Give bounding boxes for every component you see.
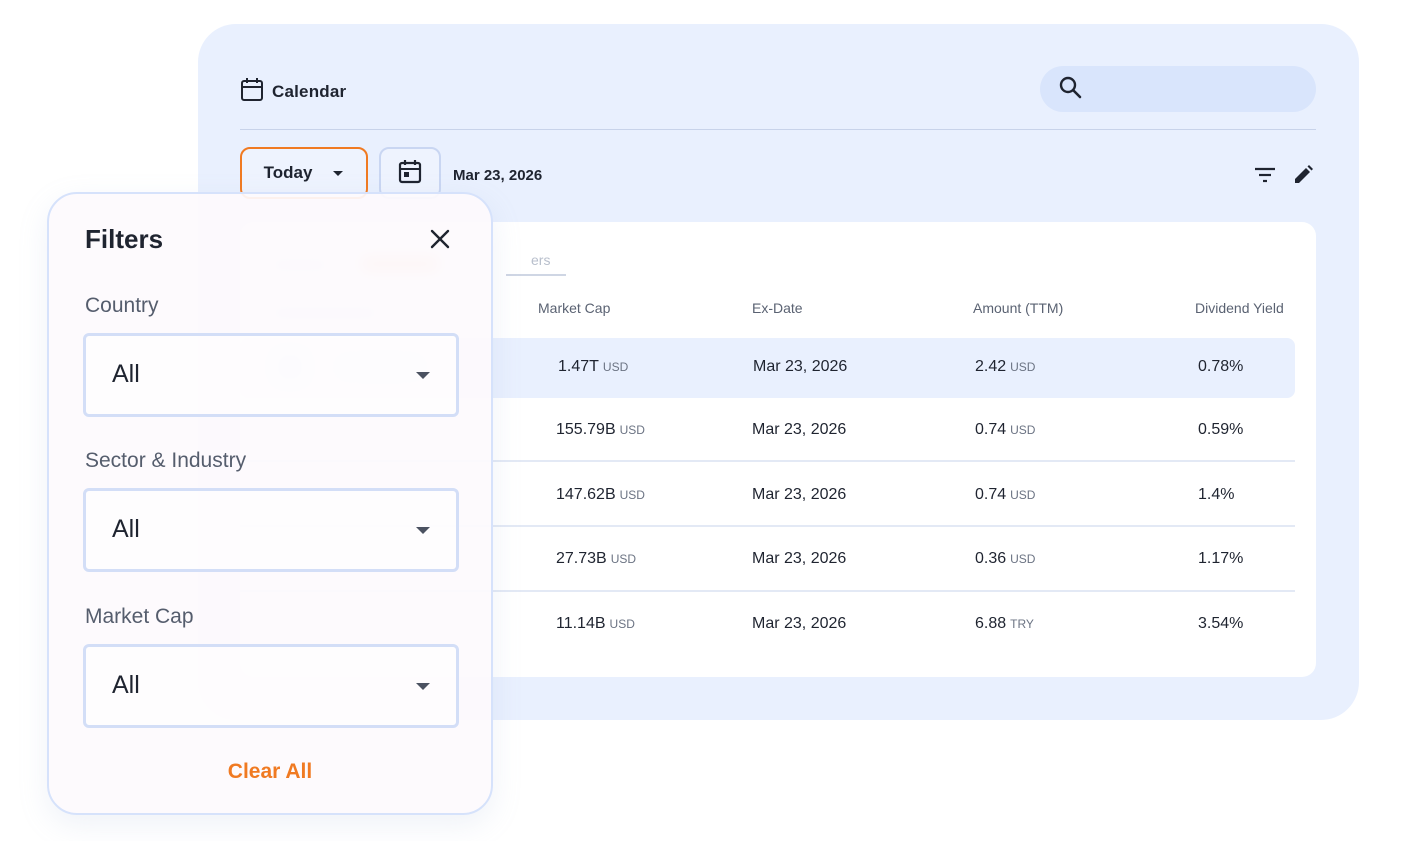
search-icon[interactable] (1058, 75, 1082, 104)
chevron-down-icon (416, 683, 430, 690)
close-icon[interactable] (429, 228, 451, 250)
cell-yield: 0.78% (1198, 358, 1244, 375)
sector-select[interactable]: All (83, 488, 459, 572)
calendar-title: Calendar (272, 81, 347, 101)
market-cap-select[interactable]: All (83, 644, 459, 728)
cell-yield: 1.4% (1198, 486, 1235, 503)
calendar-icon (240, 76, 264, 107)
country-label: Country (85, 294, 159, 317)
header-ex-date[interactable]: Ex-Date (752, 300, 803, 316)
filters-panel: Filters Country All Sector & Industry Al… (47, 192, 493, 815)
header-dividend-yield[interactable]: Dividend Yield (1195, 300, 1284, 316)
calendar-header: Calendar (240, 76, 346, 107)
header-divider (240, 129, 1316, 130)
sector-label: Sector & Industry (85, 449, 247, 472)
cell-market-cap: 27.73B USD (556, 550, 637, 567)
tab-underline (506, 274, 566, 276)
tab-partial-label[interactable]: ers (531, 252, 550, 268)
cell-ex-date: Mar 23, 2026 (752, 486, 847, 503)
chevron-down-icon (416, 372, 430, 379)
filters-title: Filters (85, 224, 164, 254)
search-bar[interactable] (1040, 66, 1316, 112)
cell-yield: 3.54% (1198, 615, 1244, 632)
market-cap-label: Market Cap (85, 605, 194, 628)
cell-ex-date: Mar 23, 2026 (752, 615, 847, 632)
search-input[interactable] (1094, 79, 1298, 99)
cell-amount: 2.42 USD (975, 358, 1036, 375)
period-label: Today (263, 163, 313, 182)
date-picker-icon (398, 158, 422, 189)
header-amount[interactable]: Amount (TTM) (973, 300, 1063, 316)
cell-amount: 0.74 USD (975, 421, 1036, 438)
cell-ex-date: Mar 23, 2026 (752, 421, 847, 438)
country-select[interactable]: All (83, 333, 459, 417)
chevron-down-icon (332, 163, 344, 183)
chevron-down-icon (416, 527, 430, 534)
country-value: All (112, 360, 140, 388)
cell-amount: 0.36 USD (975, 550, 1036, 567)
cell-ex-date: Mar 23, 2026 (752, 550, 847, 567)
sector-value: All (112, 515, 140, 543)
cell-amount: 6.88 TRY (975, 615, 1034, 632)
header-market-cap[interactable]: Market Cap (538, 300, 610, 316)
selected-date: Mar 23, 2026 (453, 167, 543, 184)
cell-ex-date: Mar 23, 2026 (753, 358, 848, 375)
cell-market-cap: 147.62B USD (556, 486, 645, 503)
cell-yield: 0.59% (1198, 421, 1244, 438)
filter-icon[interactable] (1254, 167, 1276, 188)
cell-market-cap: 155.79B USD (556, 421, 645, 438)
cell-market-cap: 11.14B USD (556, 615, 635, 632)
market-cap-value: All (112, 671, 140, 699)
edit-icon[interactable] (1292, 164, 1314, 191)
clear-all-button[interactable]: Clear All (49, 760, 491, 784)
cell-amount: 0.74 USD (975, 486, 1036, 503)
cell-market-cap: 1.47T USD (558, 358, 629, 375)
cell-yield: 1.17% (1198, 550, 1244, 567)
